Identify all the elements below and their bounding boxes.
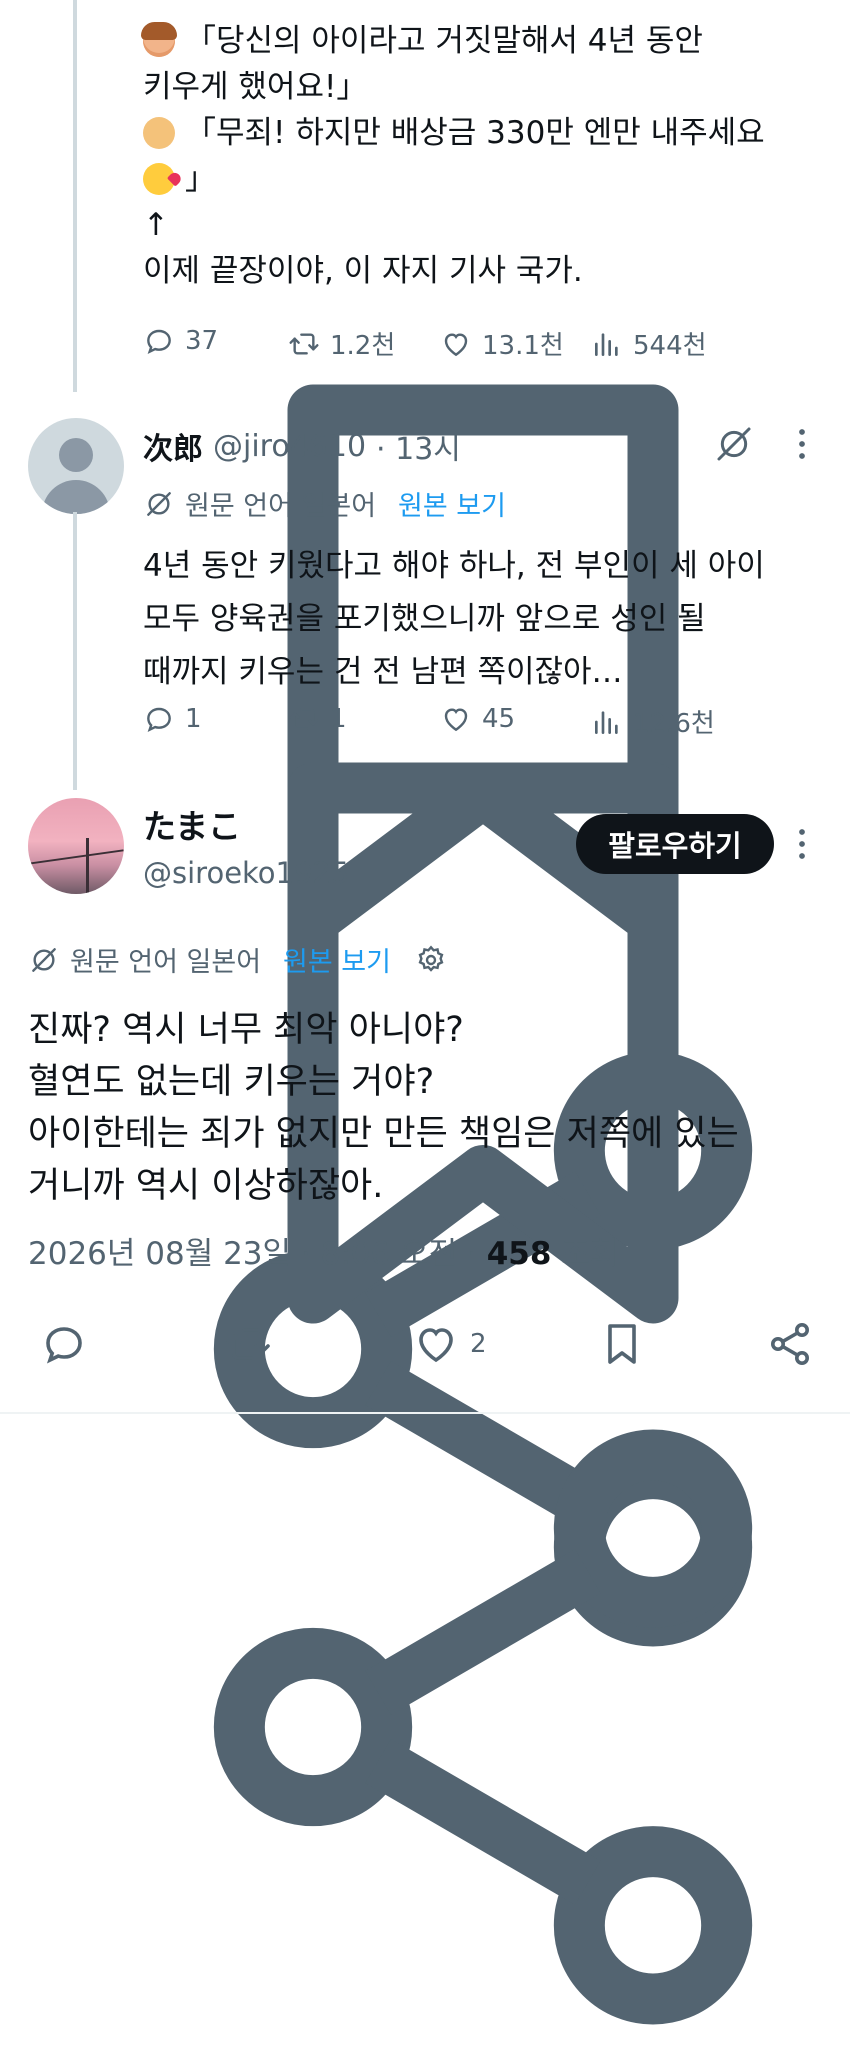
share-icon[interactable] xyxy=(143,1387,823,2067)
avatar[interactable] xyxy=(28,798,124,894)
kiss-emoji-icon xyxy=(143,163,175,195)
like-button[interactable]: 45 xyxy=(440,703,515,735)
reply-icon xyxy=(46,1327,82,1364)
translation-label: 원문 언어 일본어 xyxy=(70,947,262,978)
retweet-icon xyxy=(226,1328,270,1360)
reply-button[interactable] xyxy=(40,1320,88,1368)
tweet-line: 모두 양육권을 포기했으니까 앞으로 성인 될 xyxy=(143,601,706,637)
retweet-count: 1.2천 xyxy=(330,331,396,361)
heart-icon xyxy=(444,332,468,356)
show-original-link[interactable]: 원본 보기 xyxy=(283,940,391,979)
man-emoji-icon xyxy=(143,117,175,149)
tweet-line: 때까지 키우는 건 전 남편 쪽이잖아… xyxy=(143,654,623,690)
tweet-text: 4년 동안 키웠다고 해야 하나, 전 부인이 세 아이 모두 양육권을 포기했… xyxy=(143,540,833,699)
translate-icon xyxy=(32,947,56,972)
heart-icon xyxy=(419,1328,453,1363)
tweet-actions: 1 1 45 12.6천 xyxy=(143,703,823,2025)
tweet-line: 이제 끝장이야, 이 자지 기사 국가. xyxy=(143,253,583,289)
tweet-line: 」 xyxy=(185,161,216,197)
avatar[interactable] xyxy=(28,418,124,514)
reply-icon xyxy=(147,707,171,732)
reply-count: 37 xyxy=(185,326,219,356)
views-count: 12.6천 xyxy=(633,709,715,739)
reply-header: 次郎 @jiro4610 · 13시 xyxy=(143,424,461,468)
reply-icon xyxy=(147,329,171,354)
like-button[interactable]: 2 xyxy=(412,1320,487,1368)
views-button[interactable]: 544천 xyxy=(591,325,707,362)
divider xyxy=(0,1412,850,1414)
display-name[interactable]: 次郎 xyxy=(143,424,203,468)
tweet-line: 혈연도 없는데 키우는 거야? xyxy=(28,1062,435,1102)
views-count: 544천 xyxy=(633,331,707,361)
bookmark-icon xyxy=(608,1324,636,1364)
thread-line xyxy=(73,0,77,392)
thread-line xyxy=(73,512,77,790)
woman-emoji-icon xyxy=(141,22,177,57)
main-actions: 2 xyxy=(0,1320,850,1380)
view-label: 조회 xyxy=(561,1236,619,1272)
like-count: 2 xyxy=(470,1329,487,1359)
settings-gear-icon[interactable] xyxy=(415,944,447,976)
analytics-icon xyxy=(595,710,618,734)
more-options-icon[interactable] xyxy=(792,426,812,462)
user-handle[interactable]: @jiro4610 xyxy=(213,429,366,464)
translation-note: 원문 언어 일본어 원본 보기 xyxy=(28,940,447,979)
reply-button[interactable]: 37 xyxy=(143,325,218,357)
retweet-icon xyxy=(289,332,319,355)
translation-note: 원문 언어 일본어 원본 보기 xyxy=(143,484,506,523)
tweet-line: 키우게 했어요!」 xyxy=(143,69,368,105)
tweet-line: 거니까 역시 이상하잖아. xyxy=(28,1166,384,1206)
translation-label: 원문 언어 일본어 xyxy=(185,491,377,522)
share-button[interactable] xyxy=(766,1320,814,1368)
translate-icon xyxy=(147,491,171,516)
grok-icon[interactable] xyxy=(714,424,754,464)
like-button[interactable]: 13.1천 xyxy=(440,325,564,362)
retweet-count: 1 xyxy=(330,704,347,734)
tweet-line: 「무죄! 하지만 배상금 330만 엔만 내주세요 xyxy=(185,115,765,151)
tweet-line: 진짜? 역시 너무 최악 아니야? xyxy=(28,1010,464,1050)
retweet-button[interactable] xyxy=(224,1320,272,1368)
share-icon xyxy=(771,1323,809,1365)
heart-icon xyxy=(444,708,468,732)
more-options-icon[interactable] xyxy=(792,826,812,862)
display-name[interactable]: たまこ xyxy=(143,800,241,848)
show-original-link[interactable]: 원본 보기 xyxy=(398,484,506,523)
like-count: 13.1천 xyxy=(482,331,564,361)
timestamp[interactable]: · 13시 xyxy=(376,424,461,468)
tweet-line: ↑ xyxy=(143,207,169,243)
tweet-line: 아이한테는 죄가 없지만 만든 책임은 저쪽에 있는 xyxy=(28,1114,739,1154)
analytics-icon xyxy=(595,332,618,356)
retweet-icon xyxy=(289,708,319,730)
tweet-date[interactable]: 2026년 08월 23일 · 8:06 오전 · xyxy=(28,1236,477,1272)
retweet-button[interactable]: 1.2천 xyxy=(288,325,395,362)
like-count: 45 xyxy=(482,704,516,734)
follow-button[interactable]: 팔로우하기 xyxy=(576,814,774,874)
reply-count: 1 xyxy=(185,704,202,734)
tweet-line: 4년 동안 키웠다고 해야 하나, 전 부인이 세 아이 xyxy=(143,548,765,584)
tweet-text: 「당신의 아이라고 거짓말해서 4년 동안 키우게 했어요!」 「무죄! 하지만… xyxy=(141,18,833,294)
tweet-meta: 2026년 08월 23일 · 8:06 오전 · 458 조회 xyxy=(28,1228,618,1273)
reply-button[interactable]: 1 xyxy=(143,703,202,735)
tweet-line: 「당신의 아이라고 거짓말해서 4년 동안 xyxy=(185,23,703,59)
views-button[interactable]: 12.6천 xyxy=(591,703,715,740)
bookmark-button[interactable] xyxy=(598,1320,646,1368)
view-count: 458 xyxy=(486,1236,552,1272)
tweet-actions: 37 1.2천 13.1천 544천 xyxy=(143,325,823,1647)
user-handle[interactable]: @siroeko1925 xyxy=(143,856,349,890)
tweet-text: 진짜? 역시 너무 최악 아니야? 혈연도 없는데 키우는 거야? 아이한테는 … xyxy=(28,1004,828,1212)
retweet-button[interactable]: 1 xyxy=(288,703,347,735)
